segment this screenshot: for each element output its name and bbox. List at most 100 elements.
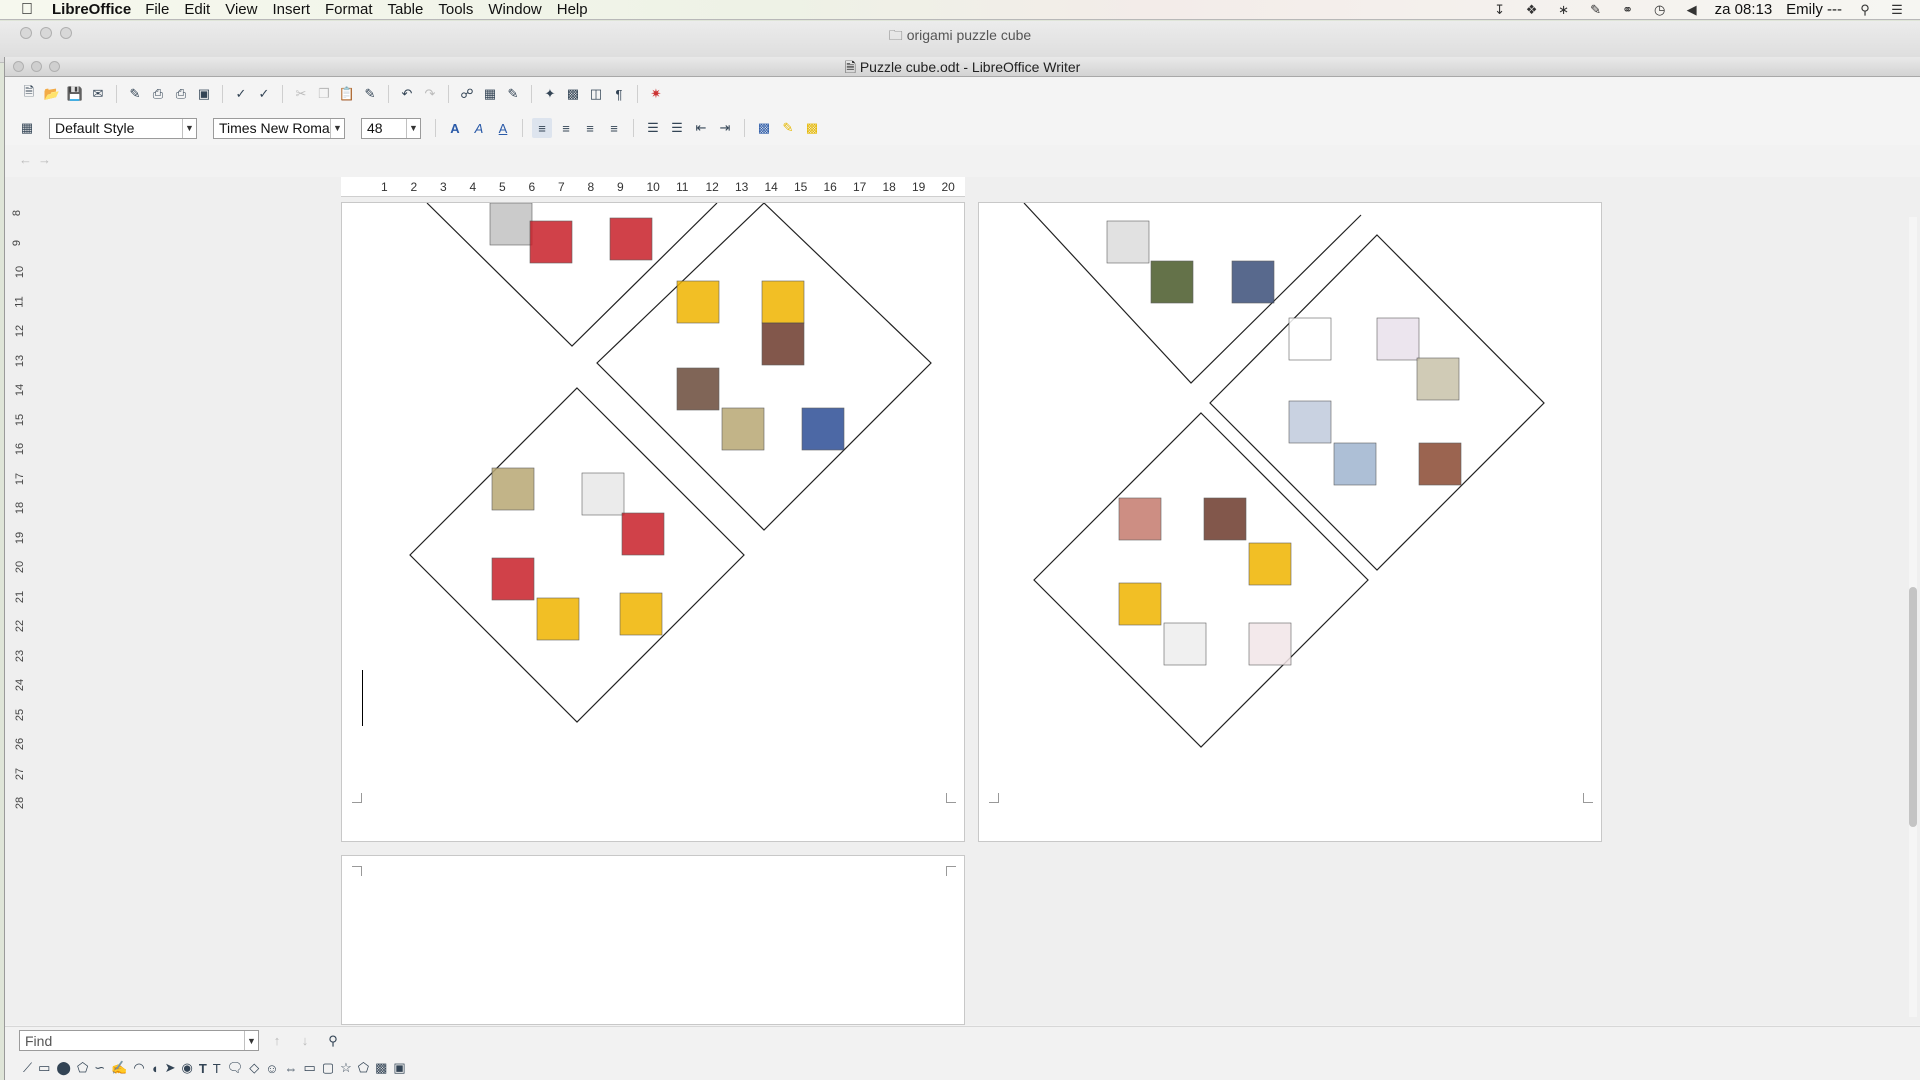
window-close-button[interactable] (13, 61, 24, 72)
puzzle-tile-image[interactable] (761, 322, 805, 366)
hyperlink-icon[interactable]: ☍ (457, 84, 477, 104)
puzzle-tile-image[interactable] (1418, 442, 1462, 486)
puzzle-tile-image[interactable] (761, 280, 805, 324)
spotlight-search-icon[interactable]: ⚲ (1856, 2, 1874, 17)
ellipse-tool-icon[interactable]: ⬤ (56, 1060, 71, 1076)
puzzle-tile-image[interactable] (1288, 400, 1332, 444)
table-icon[interactable]: ▦ (480, 84, 500, 104)
redo-icon[interactable]: ↷ (420, 84, 440, 104)
puzzle-tile-image[interactable] (801, 407, 845, 451)
font-color-icon[interactable]: ▩ (754, 118, 774, 138)
underline-icon[interactable]: A (493, 118, 513, 138)
dropbox-icon[interactable]: ❖ (1523, 2, 1541, 17)
callout-tool-icon[interactable]: 🗨 (227, 1060, 244, 1076)
download-icon[interactable]: ↧ (1491, 2, 1509, 17)
save-icon[interactable]: 💾 (65, 84, 85, 104)
pen-icon[interactable]: ✎ (1587, 2, 1605, 17)
data-sources-icon[interactable]: ◫ (586, 84, 606, 104)
puzzle-tile-image[interactable] (676, 367, 720, 411)
puzzle-tile-image[interactable] (491, 467, 535, 511)
callouts-icon[interactable]: ▢ (322, 1060, 334, 1076)
back-arrow-icon[interactable]: ← (19, 152, 32, 167)
justify-icon[interactable]: ≡ (604, 118, 624, 138)
document-workspace[interactable]: 1 2 3 4 5 6 7 8 9 10 11 12 13 14 15 16 17 18 19 20 8 9 10 11 12… (5, 177, 1920, 1025)
text-tool-icon[interactable]: T (199, 1061, 207, 1076)
puzzle-tile-image[interactable] (676, 280, 720, 324)
puzzle-tile-image[interactable] (1118, 582, 1162, 626)
puzzle-tile-image[interactable] (1150, 260, 1194, 304)
puzzle-tile-image[interactable] (1231, 260, 1275, 304)
puzzle-tile-image[interactable] (1376, 317, 1420, 361)
time-machine-icon[interactable]: ◷ (1651, 2, 1669, 17)
align-center-icon[interactable]: ≡ (556, 118, 576, 138)
export-pdf-icon[interactable]: ⎙ (148, 84, 168, 104)
menu-table[interactable]: Table (388, 1, 424, 18)
align-left-icon[interactable]: ≡ (532, 118, 552, 138)
chevron-down-icon[interactable]: ▼ (406, 118, 420, 138)
points-icon[interactable]: ⬠ (358, 1060, 369, 1076)
open-icon[interactable]: 📂 (42, 84, 62, 104)
menu-tools[interactable]: Tools (438, 1, 473, 18)
page-3[interactable] (341, 855, 965, 1025)
vertical-text-tool-icon[interactable]: T (213, 1061, 221, 1076)
puzzle-tile-image[interactable] (491, 557, 535, 601)
notification-list-icon[interactable]: ☰ (1888, 2, 1906, 17)
chevron-down-icon[interactable]: ▼ (244, 1031, 258, 1050)
apple-icon[interactable]:  (12, 1, 42, 19)
find-previous-icon[interactable]: ↑ (267, 1031, 287, 1051)
italic-icon[interactable]: A (469, 118, 489, 138)
menu-file[interactable]: File (145, 1, 169, 18)
cut-icon[interactable]: ✂ (291, 84, 311, 104)
chevron-down-icon[interactable]: ▼ (182, 118, 196, 138)
puzzle-tile-image[interactable] (489, 203, 533, 246)
scrollbar-thumb[interactable] (1909, 587, 1917, 827)
polygon-tool-icon[interactable]: ⬠ (77, 1060, 88, 1076)
puzzle-tile-image[interactable] (609, 217, 653, 261)
autospellcheck-icon[interactable]: ✓ (254, 84, 274, 104)
puzzle-tile-image[interactable] (581, 472, 625, 516)
flowchart-icon[interactable]: ▭ (304, 1060, 316, 1076)
block-arrows-icon[interactable]: ⇔ (285, 1061, 298, 1076)
select-tool-icon[interactable]: ➤ (165, 1060, 176, 1076)
line-tool-icon[interactable]: ⟋ (23, 1060, 32, 1076)
copy-icon[interactable]: ❐ (314, 84, 334, 104)
freeform-tool-icon[interactable]: ✍ (111, 1060, 127, 1076)
page-2[interactable] (978, 202, 1602, 842)
numbering-icon[interactable]: ☰ (643, 118, 663, 138)
fill-tool-icon[interactable]: ◉ (181, 1060, 192, 1076)
menu-app-name[interactable]: LibreOffice (52, 1, 131, 18)
styles-formatting-icon[interactable]: ▦ (17, 118, 37, 138)
puzzle-tile-image[interactable] (536, 597, 580, 641)
fontwork-icon[interactable]: ▩ (375, 1060, 387, 1076)
formatting-marks-icon[interactable]: ¶ (609, 84, 629, 104)
menu-window[interactable]: Window (488, 1, 541, 18)
arc-tool-icon[interactable]: ◠ (133, 1060, 144, 1076)
symbol-shapes-icon[interactable]: ☺ (265, 1061, 278, 1076)
menu-format[interactable]: Format (325, 1, 373, 18)
paragraph-style-combo[interactable]: Default Style ▼ (49, 117, 197, 139)
email-icon[interactable]: ✉ (88, 84, 108, 104)
puzzle-tile-image[interactable] (619, 592, 663, 636)
decrease-indent-icon[interactable]: ⇤ (691, 118, 711, 138)
puzzle-tile-image[interactable] (1203, 497, 1247, 541)
print-icon[interactable]: ⎙ (171, 84, 191, 104)
puzzle-tile-image[interactable] (721, 407, 765, 451)
puzzle-tile-image[interactable] (621, 512, 665, 556)
stars-icon[interactable]: ☆ (340, 1060, 352, 1076)
puzzle-tile-image[interactable] (529, 220, 573, 264)
window-minimize-button[interactable] (31, 61, 42, 72)
puzzle-tile-image[interactable] (1163, 622, 1207, 666)
menu-view[interactable]: View (225, 1, 257, 18)
volume-icon[interactable]: ◀ (1683, 2, 1701, 17)
pie-tool-icon[interactable]: ◖ (151, 1061, 159, 1076)
page-1[interactable] (341, 202, 965, 842)
horizontal-ruler[interactable]: 1 2 3 4 5 6 7 8 9 10 11 12 13 14 15 16 17 18 19 20 (341, 177, 965, 197)
find-next-icon[interactable]: ↓ (295, 1031, 315, 1051)
extrusion-icon[interactable]: ▣ (393, 1060, 405, 1076)
puzzle-tile-image[interactable] (1333, 442, 1377, 486)
puzzle-tile-image[interactable] (1416, 357, 1460, 401)
align-right-icon[interactable]: ≡ (580, 118, 600, 138)
puzzle-tile-image[interactable] (1288, 317, 1332, 361)
background-color-icon[interactable]: ▩ (802, 118, 822, 138)
gallery-icon[interactable]: ▩ (563, 84, 583, 104)
